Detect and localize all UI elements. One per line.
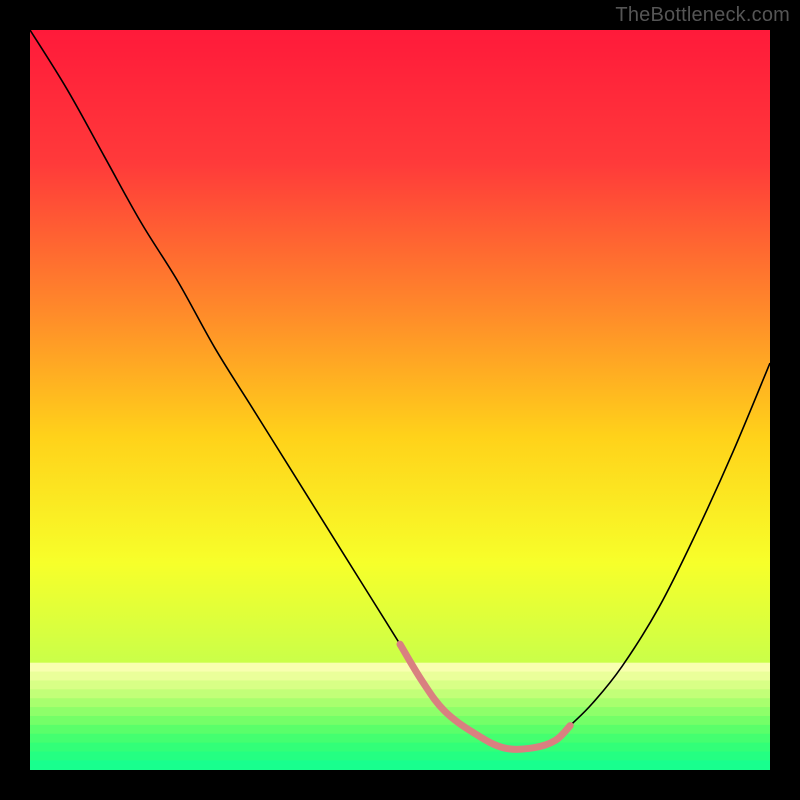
band-stripe xyxy=(30,698,770,707)
plot-area xyxy=(30,30,770,770)
chart-svg xyxy=(30,30,770,770)
band-stripe xyxy=(30,680,770,689)
band-stripe xyxy=(30,707,770,716)
chart-frame: TheBottleneck.com xyxy=(0,0,800,800)
band-stripe xyxy=(30,734,770,743)
bottom-band xyxy=(30,663,770,770)
band-stripe xyxy=(30,752,770,761)
band-stripe xyxy=(30,760,770,770)
watermark-text: TheBottleneck.com xyxy=(615,4,790,27)
band-stripe xyxy=(30,725,770,734)
band-stripe xyxy=(30,663,770,672)
band-stripe xyxy=(30,672,770,681)
chart-background xyxy=(30,30,770,770)
band-stripe xyxy=(30,689,770,698)
band-stripe xyxy=(30,716,770,725)
band-stripe xyxy=(30,743,770,752)
